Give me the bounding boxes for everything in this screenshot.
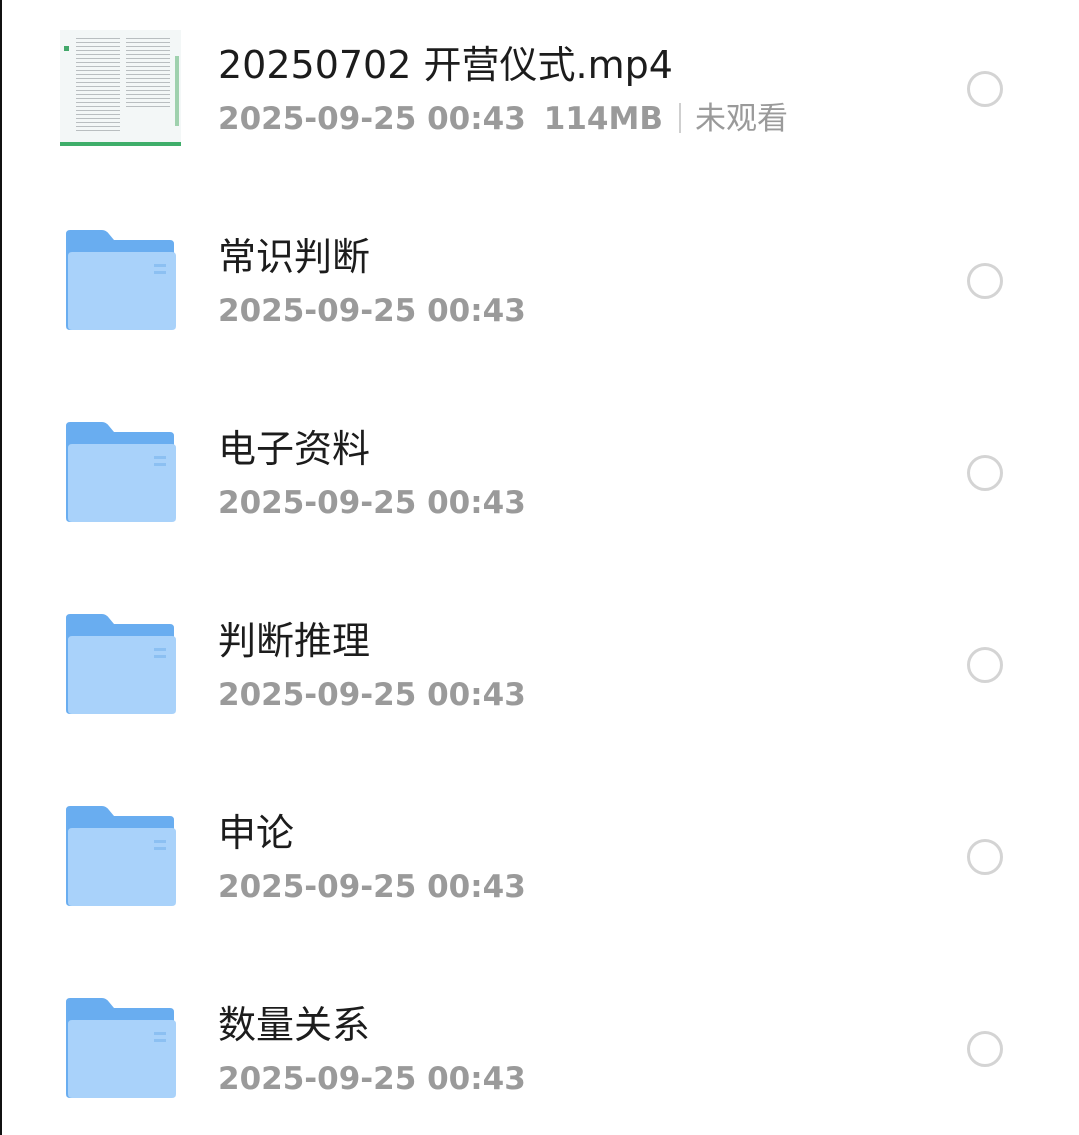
folder-icon	[66, 230, 176, 330]
watch-status: 未观看	[694, 101, 788, 137]
select-radio[interactable]	[967, 839, 1003, 875]
folder-date: 2025-09-25 00:43	[218, 485, 526, 521]
folder-name: 申论	[218, 811, 295, 855]
file-name: 20250702 开营仪式.mp4	[218, 43, 673, 87]
folder-date: 2025-09-25 00:43	[218, 293, 526, 329]
file-size: 114MB	[543, 101, 663, 137]
folder-icon	[66, 422, 176, 522]
select-radio[interactable]	[967, 71, 1003, 107]
folder-date: 2025-09-25 00:43	[218, 677, 526, 713]
list-item-video[interactable]: 20250702 开营仪式.mp4 2025-09-25 00:43 114MB 未…	[0, 0, 1079, 192]
list-item-folder[interactable]: 申论 2025-09-25 00:43	[0, 768, 1079, 960]
folder-name: 电子资料	[218, 427, 371, 471]
video-thumbnail	[60, 30, 181, 146]
list-item-folder[interactable]: 判断推理 2025-09-25 00:43	[0, 576, 1079, 768]
list-item-folder[interactable]: 电子资料 2025-09-25 00:43	[0, 384, 1079, 576]
folder-icon	[66, 998, 176, 1098]
select-radio[interactable]	[967, 455, 1003, 491]
folder-icon	[66, 806, 176, 906]
list-item-folder[interactable]: 数量关系 2025-09-25 00:43	[0, 960, 1079, 1135]
folder-name: 数量关系	[218, 1003, 371, 1047]
list-item-folder[interactable]: 常识判断 2025-09-25 00:43	[0, 192, 1079, 384]
meta-divider	[678, 102, 681, 133]
folder-name: 常识判断	[218, 235, 371, 279]
folder-date: 2025-09-25 00:43	[218, 1061, 526, 1097]
folder-date: 2025-09-25 00:43	[218, 869, 526, 905]
file-list: 20250702 开营仪式.mp4 2025-09-25 00:43 114MB 未…	[0, 0, 1079, 1135]
select-radio[interactable]	[967, 647, 1003, 683]
folder-name: 判断推理	[218, 619, 371, 663]
select-radio[interactable]	[967, 263, 1003, 299]
file-meta: 2025-09-25 00:43 114MB 未观看	[218, 101, 788, 137]
file-date: 2025-09-25 00:43	[218, 101, 526, 137]
select-radio[interactable]	[967, 1031, 1003, 1067]
folder-icon	[66, 614, 176, 714]
